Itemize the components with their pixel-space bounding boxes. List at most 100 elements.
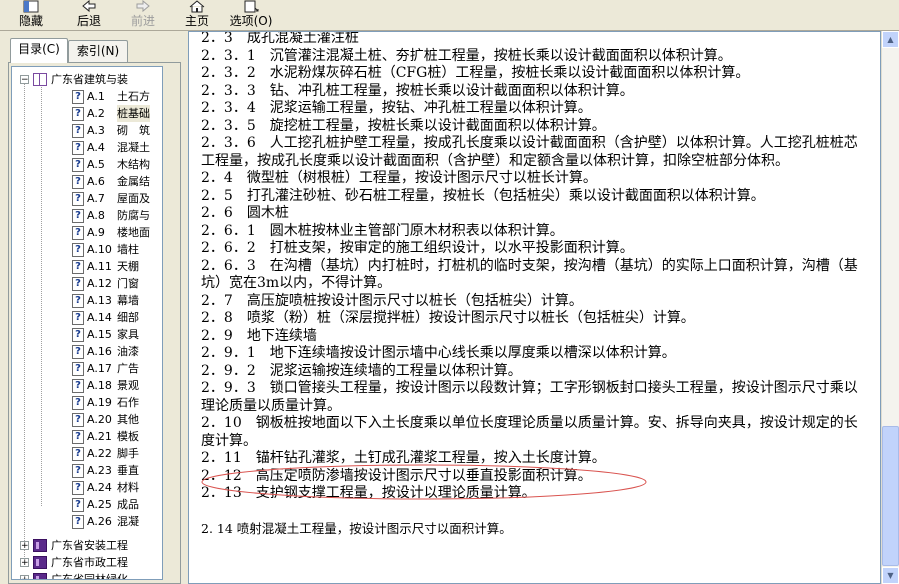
help-topic-icon: ? — [72, 89, 84, 104]
tree-item[interactable]: ? A.9 楼地面 — [72, 224, 150, 241]
tree-item[interactable]: ? A.18 景观 — [72, 377, 139, 394]
tree-item-label: 混凝土 — [117, 141, 150, 154]
tree-item-label: 金属结 — [117, 175, 150, 188]
tree-item[interactable]: ? A.14 细部 — [72, 309, 139, 326]
help-topic-icon: ? — [72, 225, 84, 240]
scroll-up-icon[interactable]: ▲ — [882, 31, 899, 48]
collapse-icon[interactable]: − — [20, 75, 29, 85]
contents-tree[interactable]: − 广东省建筑与装 ? A.1 土石方? A.2 桩基础? A.3 砌 筑? A.4 混凝土? A… — [11, 66, 163, 580]
tree-item-code: A.9 — [87, 226, 105, 239]
tab-contents[interactable]: 目录(C) — [10, 38, 68, 63]
tree-item[interactable]: ? A.23 垂直 — [72, 462, 139, 479]
expand-icon[interactable]: + — [20, 541, 29, 551]
tree-item[interactable]: ? A.4 混凝土 — [72, 139, 150, 156]
options-button[interactable]: 选项(O) — [228, 0, 274, 30]
tree-book-node[interactable]: + 广东省安装工程 — [20, 537, 128, 554]
tree-root-node[interactable]: − 广东省建筑与装 — [20, 71, 128, 88]
tree-item[interactable]: ? A.6 金属结 — [72, 173, 150, 190]
tree-item-code: A.21 — [87, 430, 112, 443]
tree-item[interactable]: ? A.7 屋面及 — [72, 190, 150, 207]
tree-item-code: A.13 — [87, 294, 112, 307]
tree-item[interactable]: ? A.2 桩基础 — [72, 105, 150, 122]
tree-item[interactable]: ? A.20 其他 — [72, 411, 139, 428]
tree-item-label: 成品 — [117, 498, 139, 511]
tree-item[interactable]: ? A.17 广告 — [72, 360, 139, 377]
forward-button[interactable]: 前进 — [126, 0, 160, 30]
tree-item[interactable]: ? A.11 天棚 — [72, 258, 139, 275]
tree-item[interactable]: ? A.16 油漆 — [72, 343, 139, 360]
tree-item-label: 木结构 — [117, 158, 150, 171]
tree-item-code: A.4 — [87, 141, 105, 154]
tree-panel: − 广东省建筑与装 ? A.1 土石方? A.2 桩基础? A.3 砌 筑? A.4 混凝土? A… — [8, 62, 181, 584]
content-paragraph: 2．9．2 泥浆运输按连续墙的工程量以体积计算。 — [201, 362, 522, 379]
expand-icon[interactable]: + — [20, 558, 29, 568]
help-topic-icon: ? — [72, 276, 84, 291]
tree-item-label: 天棚 — [117, 260, 139, 273]
tree-item[interactable]: ? A.12 门窗 — [72, 275, 139, 292]
content-pane[interactable]: 2．3 成孔混凝土灌注桩 2．3．1 沉管灌注混凝土桩、夯扩桩工程量，按桩长乘以设… — [188, 31, 881, 584]
tree-book-node[interactable]: + 广东省市政工程 — [20, 554, 128, 571]
tree-item-label: 垂直 — [117, 464, 139, 477]
tree-item-label: 楼地面 — [117, 226, 150, 239]
tree-item-label: 材料 — [117, 481, 139, 494]
tree-item[interactable]: ? A.1 土石方 — [72, 88, 150, 105]
forward-arrow-icon — [135, 0, 151, 14]
tree-item-label: 家具 — [117, 328, 139, 341]
scroll-thumb[interactable] — [882, 426, 899, 566]
help-topic-icon: ? — [72, 446, 84, 461]
help-topic-icon: ? — [72, 174, 84, 189]
tree-item[interactable]: ? A.3 砌 筑 — [72, 122, 150, 139]
tree-item[interactable]: ? A.22 脚手 — [72, 445, 139, 462]
help-topic-icon: ? — [72, 497, 84, 512]
tree-item-code: A.25 — [87, 498, 112, 511]
help-topic-icon: ? — [72, 378, 84, 393]
content-paragraph: 2．9．1 地下连续墙按设计图示墙中心线长乘以厚度乘以槽深以体积计算。 — [201, 345, 676, 361]
tree-item-code: A.10 — [87, 243, 112, 256]
back-button[interactable]: 后退 — [72, 0, 106, 30]
tree-book-node[interactable]: + 广东省园林绿化 — [20, 571, 128, 580]
tree-item-label: 墙柱 — [117, 243, 139, 256]
tree-item-code: A.18 — [87, 379, 112, 392]
help-topic-icon: ? — [72, 191, 84, 206]
content-paragraph: 2．11 锚杆钻孔灌浆，土钉成孔灌浆工程量，按入土长度计算。 — [201, 450, 606, 466]
help-topic-icon: ? — [72, 157, 84, 172]
tree-item-code: A.24 — [87, 481, 112, 494]
tree-item-label: 脚手 — [117, 447, 139, 460]
vertical-scrollbar[interactable]: ▲ ▼ — [881, 31, 899, 584]
tree-item[interactable]: ? A.15 家具 — [72, 326, 139, 343]
tree-item-code: A.12 — [87, 277, 112, 290]
tree-item-code: A.5 — [87, 158, 105, 171]
tree-item[interactable]: ? A.8 防腐与 — [72, 207, 150, 224]
tree-item[interactable]: ? A.21 模板 — [72, 428, 139, 445]
home-icon — [189, 0, 205, 14]
tree-item[interactable]: ? A.13 幕墙 — [72, 292, 139, 309]
content-paragraph: 2．6．1 圆木桩按林业主管部门原木材积表以体积计算。 — [201, 222, 564, 239]
tree-item[interactable]: ? A.24 材料 — [72, 479, 139, 496]
tree-item[interactable]: ? A.26 混凝 — [72, 513, 139, 530]
hide-button[interactable]: 隐藏 — [14, 0, 48, 30]
tree-item-label: 防腐与 — [117, 209, 150, 222]
content-paragraph: 2．3．1 沉管灌注混凝土桩、夯扩桩工程量，按桩长乘以设计截面面积以体积计算。 — [201, 47, 732, 64]
scroll-down-icon[interactable]: ▼ — [882, 567, 899, 584]
tree-item-label: 屋面及 — [117, 192, 150, 205]
tree-item[interactable]: ? A.5 木结构 — [72, 156, 150, 173]
tree-book-label: 广东省园林绿化 — [51, 573, 128, 580]
help-topic-icon: ? — [72, 140, 84, 155]
tab-index[interactable]: 索引(N) — [68, 40, 128, 62]
home-button[interactable]: 主页 — [180, 0, 214, 30]
tree-item-label: 门窗 — [117, 277, 139, 290]
expand-icon[interactable]: + — [20, 575, 29, 579]
tree-root-label: 广东省建筑与装 — [51, 73, 128, 86]
navigation-pane: 目录(C) 索引(N) − 广东省建筑与装 ? A.1 土石方? A.2 桩基础? A.3… — [0, 31, 183, 584]
tree-item[interactable]: ? A.25 成品 — [72, 496, 139, 513]
help-topic-icon: ? — [72, 259, 84, 274]
help-topic-icon: ? — [72, 480, 84, 495]
tree-item-label: 石作 — [117, 396, 139, 409]
tree-item-code: A.26 — [87, 515, 112, 528]
tree-guide-line — [41, 81, 42, 506]
tree-item[interactable]: ? A.19 石作 — [72, 394, 139, 411]
tree-item-code: A.20 — [87, 413, 112, 426]
tree-item[interactable]: ? A.10 墙柱 — [72, 241, 139, 258]
content-paragraph: 2．8 喷浆（粉）桩（深层搅拌桩）按设计图示尺寸以桩长（包括桩尖）计算。 — [201, 310, 695, 326]
tree-item-label: 广告 — [117, 362, 139, 375]
